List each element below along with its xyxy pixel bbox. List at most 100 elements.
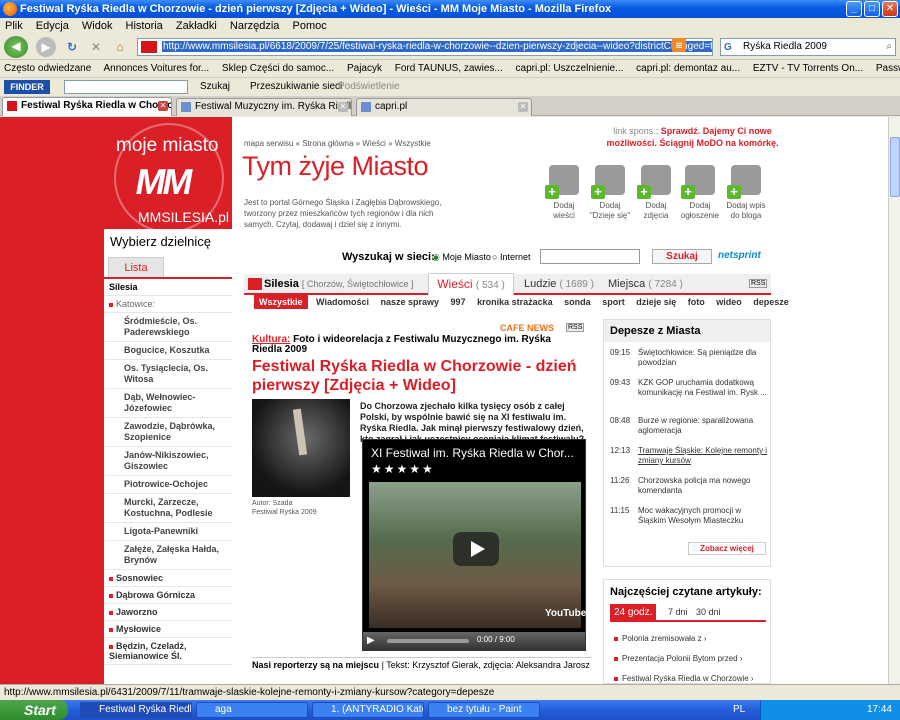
bookmark-item[interactable]: capri.pl: Uszczelnienie... (516, 63, 624, 74)
silesia-label[interactable]: Silesia [ Chorzów, Świętochłowice ] (264, 278, 413, 290)
highlight-button[interactable]: Podświetlenie (338, 78, 400, 96)
district-item[interactable]: Silesia (104, 279, 232, 296)
youtube-logo[interactable]: YouTube (545, 608, 586, 619)
tab-close-icon[interactable]: ✕ (338, 102, 348, 112)
district-item[interactable]: Będzin, Czeladź, Siemianowice Śl. (104, 638, 232, 665)
bookmark-item[interactable]: Pajacyk (347, 63, 382, 74)
cafe-news-badge[interactable]: CAFE NEWS (500, 323, 554, 333)
add-news-button[interactable]: + Dodaj wieści (540, 165, 588, 221)
menu-narzedzia[interactable]: Narzędzia (225, 20, 285, 32)
video-player[interactable]: XI Festiwal im. Ryśka Riedla w Chor... ★… (362, 439, 586, 651)
menu-widok[interactable]: Widok (77, 20, 118, 32)
subnav-foto[interactable]: foto (688, 297, 705, 307)
minimize-button[interactable]: _ (846, 1, 862, 17)
depesza-text[interactable]: Świętochłowice: Są pieniądze dla powodzi… (638, 348, 768, 368)
district-item[interactable]: Piotrowice-Ochojec (104, 476, 232, 494)
breadcrumb[interactable]: mapa serwisu « Strona główna » Wieści » … (244, 139, 431, 148)
most-read-item[interactable]: Festiwal Ryśka Riedla w Chorzowie › (614, 674, 754, 683)
subnav-dzieje-sie[interactable]: dzieje się (636, 297, 676, 307)
tab-close-icon[interactable]: ✕ (158, 101, 168, 111)
menu-zakladki[interactable]: Zakładki (171, 20, 222, 32)
add-photos-button[interactable]: + Dodaj zdjęcia (632, 165, 680, 221)
sponsor-text-2[interactable]: możliwości. Ściągnij MoDO na komórkę. (606, 138, 778, 148)
video-title[interactable]: XI Festiwal im. Ryśka Riedla w Chor... (371, 446, 574, 460)
task-aga[interactable]: aga (196, 702, 308, 718)
district-item[interactable]: Mysłowice (104, 621, 232, 638)
reload-icon[interactable]: ↻ (62, 37, 82, 57)
see-more-button[interactable]: Zobacz więcej (688, 542, 766, 555)
district-item[interactable]: Śródmieście, Os. Paderewskiego (104, 313, 232, 342)
tab-wiesci[interactable]: Wieści ( 534 ) (428, 273, 514, 295)
bookmark-item[interactable]: capri.pl: demontaz au... (636, 63, 740, 74)
lista-tab[interactable]: Lista (108, 257, 164, 277)
maximize-button[interactable]: □ (864, 1, 880, 17)
site-logo[interactable]: moje miasto MM MMSILESIA.pl (114, 123, 229, 233)
menu-plik[interactable]: Plik (0, 20, 28, 32)
bookmark-item[interactable]: Sklep Części do samoc... (222, 63, 334, 74)
bookmark-star-icon[interactable]: ☆ (690, 38, 704, 52)
tab-24h[interactable]: 24 godz. (610, 604, 657, 622)
back-button[interactable]: ◀ (4, 36, 28, 58)
menu-edycja[interactable]: Edycja (31, 20, 74, 32)
url-field[interactable]: http://www.mmsilesia.pl/6618/2009/7/25/f… (137, 38, 713, 56)
district-item[interactable]: Jaworzno (104, 604, 232, 621)
depesza-text[interactable]: Chorzowska policja ma nowego komendanta (638, 476, 768, 496)
site-search-input[interactable] (540, 249, 640, 264)
forward-button[interactable]: ▶ (36, 37, 56, 57)
task-antyradio[interactable]: 1. (ANTYRADIO Kato... (312, 702, 424, 718)
add-ad-button[interactable]: + Dodaj ogłoszenie (676, 165, 724, 221)
district-item[interactable]: Załęże, Załęska Hałda, Brynów (104, 541, 232, 570)
district-item[interactable]: Os. Tysiąclecia, Os. Witosa (104, 360, 232, 389)
subnav-kronika[interactable]: kronika strażacka (477, 297, 553, 307)
rss-badge[interactable]: RSS (749, 279, 768, 288)
district-item[interactable]: Dąb, Wełnowiec-Józefowiec (104, 389, 232, 418)
depesza-text[interactable]: Moc wakacyjnych promocji w Śląskim Wesoł… (638, 506, 768, 526)
subnav-wszystkie[interactable]: Wszystkie (254, 295, 308, 309)
radio-internet[interactable]: ○ Internet (492, 252, 530, 262)
tab-miejsca[interactable]: Miejsca ( 7284 ) (608, 278, 683, 290)
subnav-sonda[interactable]: sonda (564, 297, 591, 307)
depesza-text[interactable]: Tramwaje Śląskie: Kolejne remonty i zmia… (638, 446, 768, 466)
depesza-text[interactable]: KZK GOP uruchamia dodatkową komunikację … (638, 378, 768, 398)
language-indicator[interactable]: PL (733, 700, 745, 720)
subnav-wideo[interactable]: wideo (716, 297, 742, 307)
menu-historia[interactable]: Historia (121, 20, 168, 32)
scrollbar-thumb[interactable] (890, 137, 900, 197)
page-scrollbar[interactable] (888, 117, 900, 684)
radio-moje-miasto[interactable]: ◉ Moje Miasto (432, 252, 491, 263)
task-firefox[interactable]: Festiwal Ryśka Riedla... (80, 702, 192, 718)
close-button[interactable]: ✕ (882, 1, 898, 17)
district-item[interactable]: Janów-Nikiszowiec, Giszowiec (104, 447, 232, 476)
bookmark-item[interactable]: PasswordJDM.pl :: Zo... (876, 63, 900, 74)
bookmark-item[interactable]: Często odwiedzane (4, 63, 91, 74)
play-button-icon[interactable]: ▶ (367, 635, 375, 646)
tab-ludzie[interactable]: Ludzie ( 1689 ) (524, 278, 594, 290)
subnav-nasze-sprawy[interactable]: nasze sprawy (381, 297, 440, 307)
bookmark-item[interactable]: EZTV - TV Torrents On... (753, 63, 863, 74)
finder-search-input[interactable] (64, 80, 188, 94)
video-progress-bar[interactable] (387, 639, 469, 643)
tab-30d[interactable]: 30 dni (696, 607, 721, 617)
district-item[interactable]: Ligota-Panewniki (104, 523, 232, 541)
rss-badge[interactable]: RSS (566, 323, 585, 332)
tab-capri[interactable]: capri.pl ✕ (356, 98, 532, 116)
search-field[interactable]: G Ryśka Riedla 2009 ⌕ (720, 38, 896, 56)
depesza-text[interactable]: Burze w regionie: sparaliżowana aglomera… (638, 416, 768, 436)
start-button[interactable]: Start (0, 700, 68, 720)
task-paint[interactable]: bez tytułu - Paint (428, 702, 540, 718)
bookmark-item[interactable]: Ford TAUNUS, zawies... (395, 63, 503, 74)
most-read-item[interactable]: Polonia zremisowała z › (613, 634, 706, 643)
subnav-sport[interactable]: sport (602, 297, 625, 307)
sponsored-link[interactable]: link spons.: Sprawdź. Dajemy Ci nowe moż… (605, 125, 780, 149)
district-item[interactable]: Zawodzie, Dąbrówka, Szopienice (104, 418, 232, 447)
add-blog-button[interactable]: + Dodaj wpis do bloga (722, 165, 770, 221)
subnav-997[interactable]: 997 (451, 297, 466, 307)
district-item[interactable]: Bogucice, Koszutka (104, 342, 232, 360)
tab-7d[interactable]: 7 dni (668, 607, 688, 617)
bookmark-item[interactable]: Annonces Voitures for... (104, 63, 210, 74)
web-search-button[interactable]: Przeszukiwanie sieci (250, 78, 342, 96)
site-search-button[interactable]: Szukaj (652, 249, 712, 264)
home-icon[interactable]: ⌂ (110, 37, 130, 57)
tab-festiwal-article[interactable]: Festiwal Ryśka Riedla w Chorzow... ✕ (2, 97, 172, 116)
add-event-button[interactable]: + Dodaj "Dzieje się" (586, 165, 634, 221)
